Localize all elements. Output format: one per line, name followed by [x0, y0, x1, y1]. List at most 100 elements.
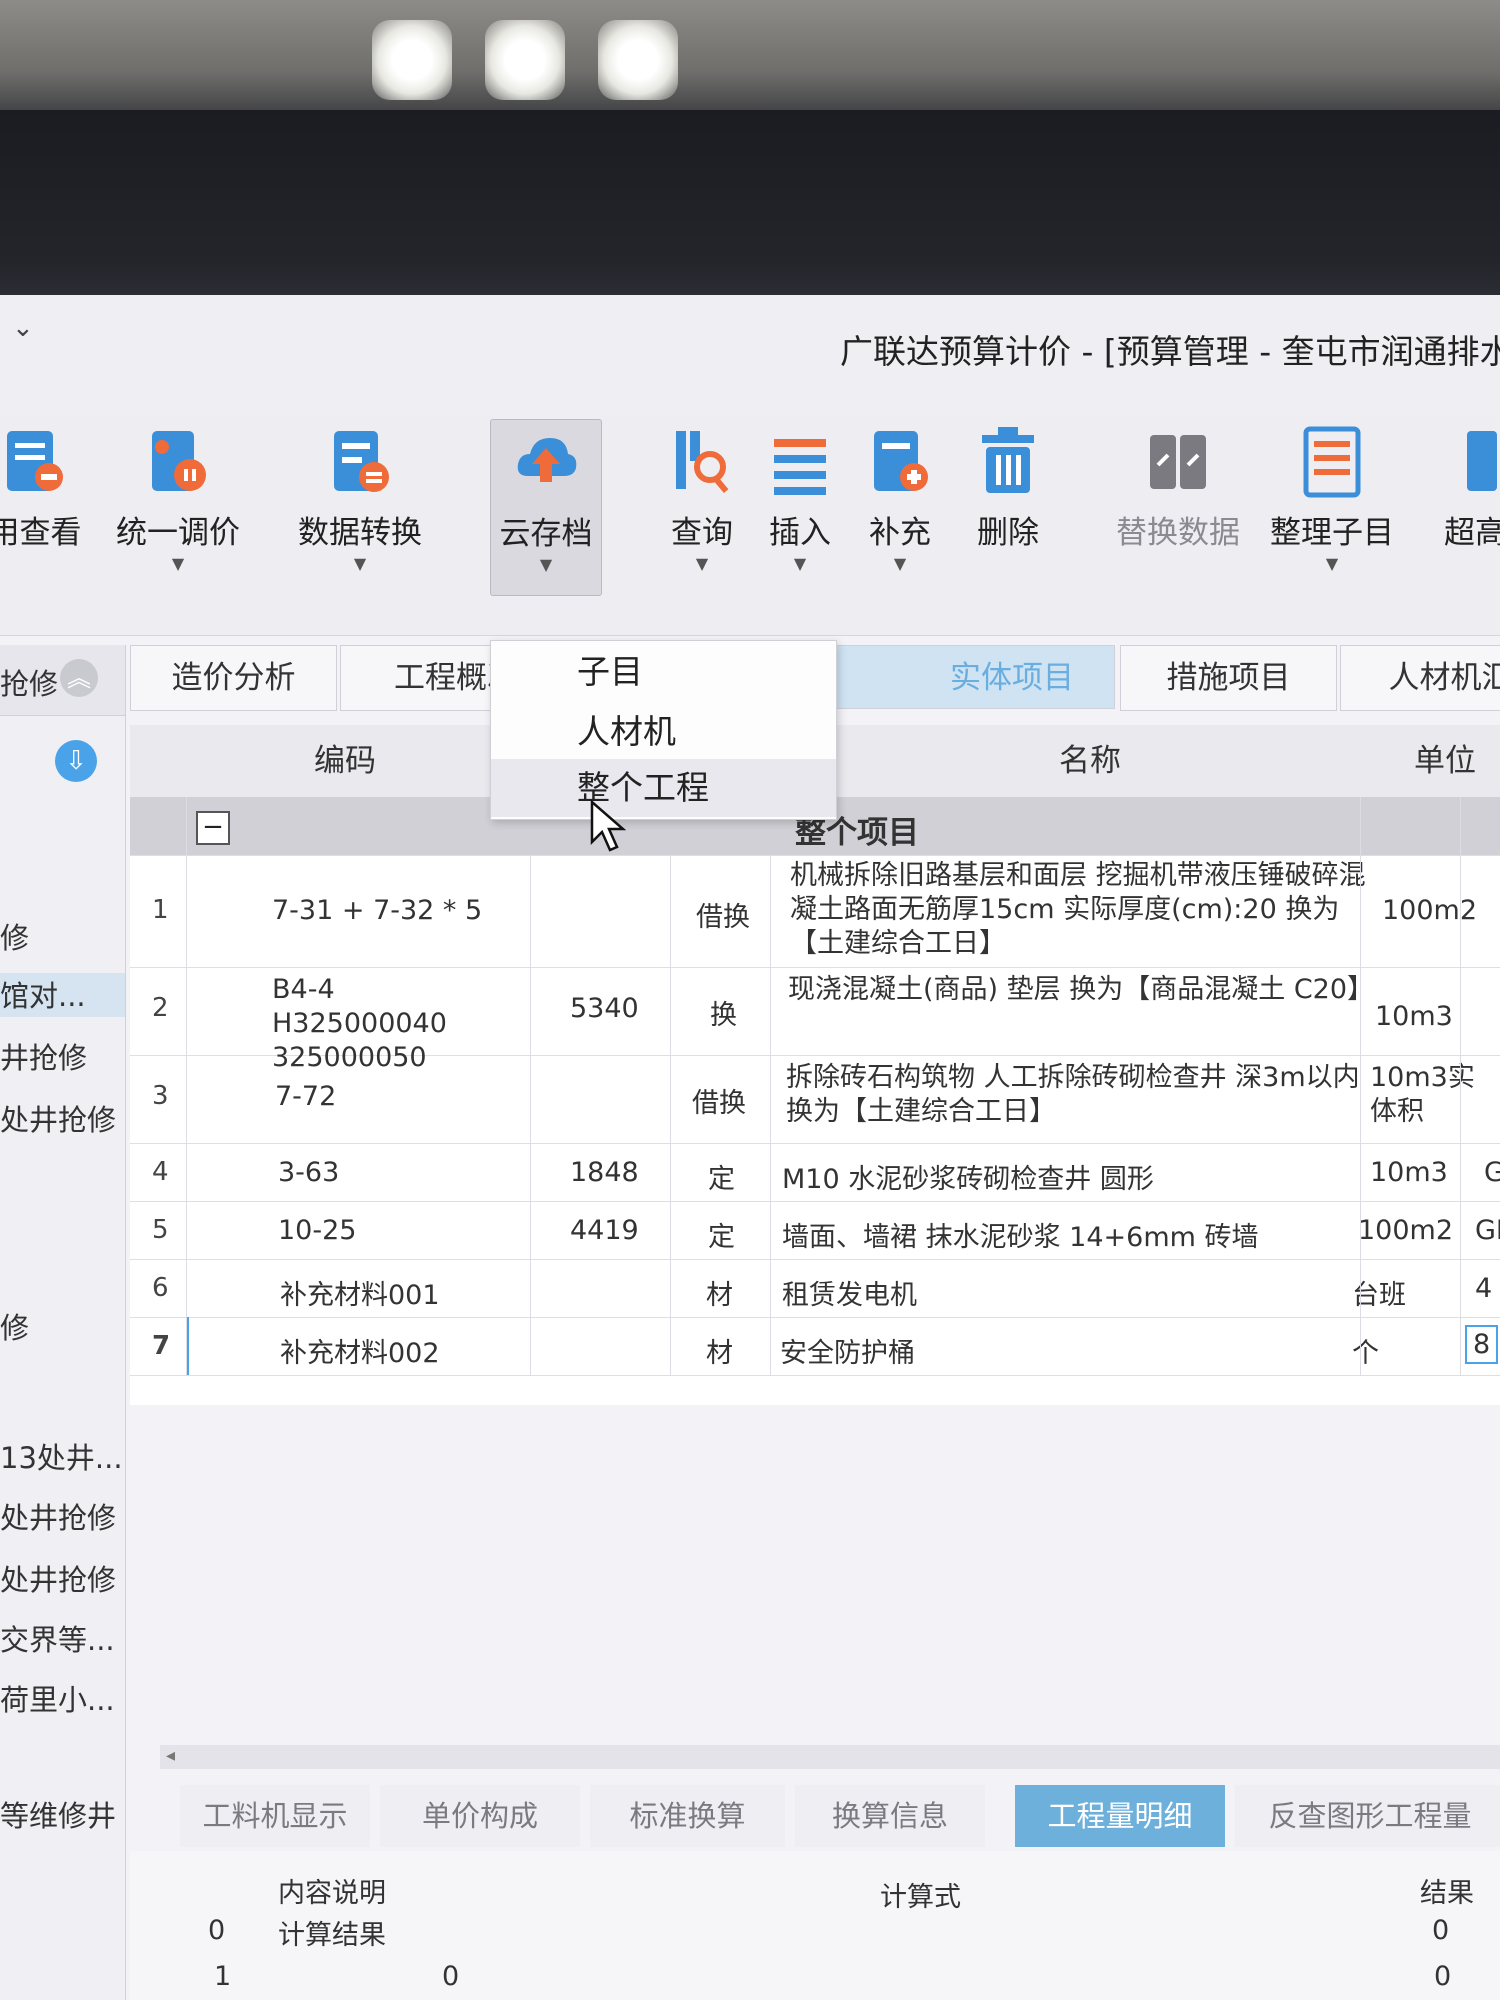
column-header-code[interactable]: 编码: [190, 725, 500, 798]
grid-line: [770, 855, 771, 1375]
detail-row-formula[interactable]: 0: [442, 1961, 459, 1992]
dropdown-arrow-icon: ▼: [1325, 554, 1339, 573]
menu-item-whole-project[interactable]: 整个工程: [491, 759, 836, 817]
row-number: 2: [152, 993, 169, 1023]
replace-data-label: 替换数据: [1116, 515, 1240, 551]
dropdown-arrow-icon: ▼: [171, 554, 185, 573]
menu-item-labor-material[interactable]: 人材机: [491, 703, 836, 761]
delete-button[interactable]: 删除: [968, 425, 1048, 552]
collapse-minus-icon[interactable]: −: [196, 811, 230, 845]
quantity-detail-panel: 内容说明 计算式 结果 0 计算结果 0 1 0 0: [130, 1851, 1500, 2000]
cloud-archive-button[interactable]: 云存档 ▼: [490, 419, 602, 596]
row-type: 定: [708, 1164, 735, 1195]
fee-view-button[interactable]: 用查看: [0, 425, 100, 552]
tree-item[interactable]: 处井抢修: [0, 1495, 125, 1539]
row-number: 7: [152, 1331, 171, 1361]
scroll-left-icon[interactable]: ◂: [166, 1745, 175, 1766]
table-row[interactable]: 1 7-31 + 7-32 * 5 借换 机械拆除旧路基层和面层 挖掘机带液压锤…: [130, 855, 1500, 968]
tab-reverse-check-quantity[interactable]: 反查图形工程量: [1235, 1785, 1500, 1847]
download-icon[interactable]: ⇩: [55, 740, 97, 782]
row-number: 4: [152, 1157, 169, 1187]
monitor-bezel: [0, 110, 1500, 300]
row-name: 机械拆除旧路基层和面层 挖掘机带液压锤破碎混凝土路面无筋厚15cm 实际厚度(c…: [790, 860, 1366, 959]
quick-access-chevron-icon[interactable]: ⌄: [12, 313, 34, 343]
horizontal-scrollbar[interactable]: ◂: [160, 1745, 1500, 1769]
column-header-unit[interactable]: 单位: [1390, 725, 1500, 798]
row-code: 10-25: [278, 1215, 357, 1246]
super-high-button[interactable]: 超高: [1430, 425, 1500, 552]
row-number: 6: [152, 1273, 169, 1303]
tab-standard-conversion[interactable]: 标准换算: [590, 1785, 785, 1847]
detail-row-number: 0: [208, 1915, 226, 1946]
table-row-current[interactable]: 7 补充材料002 材 安全防护桶 个 8: [130, 1317, 1500, 1376]
tab-labor-material-summary[interactable]: 人材机汇总: [1340, 645, 1500, 711]
tree-item[interactable]: 荷里小...: [0, 1677, 125, 1721]
table-row[interactable]: 5 10-25 4419 定 墙面、墙裙 抹水泥砂浆 14+6mm 砖墙 100…: [130, 1201, 1500, 1260]
row-extra-editing[interactable]: 8: [1465, 1325, 1499, 1364]
row-quantity: 4419: [570, 1215, 639, 1246]
title-bar: ⌄ 广联达预算计价 - [预算管理 - 奎屯市润通排水: [0, 295, 1500, 415]
data-convert-icon: [328, 425, 392, 499]
tab-labor-material-display[interactable]: 工料机显示: [180, 1785, 370, 1847]
dropdown-arrow-icon: ▼: [695, 554, 709, 573]
supplement-icon: [868, 425, 932, 499]
tree-item[interactable]: 等维修井: [0, 1793, 125, 1837]
tree-item-label: 处井抢修: [0, 1563, 117, 1597]
row-extra: 4: [1475, 1273, 1493, 1304]
tab-conversion-info[interactable]: 换算信息: [795, 1785, 985, 1847]
tree-item-label: 交界等...: [0, 1623, 115, 1657]
organize-sub-label: 整理子目: [1270, 515, 1394, 551]
row-name: M10 水泥砂浆砖砌检查井 圆形: [782, 1164, 1154, 1195]
table-row[interactable]: 4 3-63 1848 定 M10 水泥砂浆砖砌检查井 圆形 10m3 G: [130, 1143, 1500, 1202]
detail-row-description[interactable]: 计算结果: [278, 1913, 386, 1952]
tree-item-label: 荷里小...: [0, 1683, 115, 1717]
cloud-archive-label: 云存档: [499, 516, 593, 552]
tab-measure-items[interactable]: 措施项目: [1120, 645, 1337, 711]
column-header-name[interactable]: 名称: [880, 725, 1300, 798]
replace-data-button[interactable]: 替换数据: [1108, 425, 1248, 552]
tree-item[interactable]: 处井抢修: [0, 1097, 125, 1141]
unify-price-button[interactable]: 统一调价 ▼: [108, 425, 248, 573]
row-unit: 10m3: [1370, 1157, 1448, 1188]
tree-item[interactable]: 井抢修: [0, 1035, 125, 1079]
data-convert-label: 数据转换: [298, 515, 422, 551]
supplement-button[interactable]: 补充 ▼: [860, 425, 940, 573]
tab-unit-price-composition[interactable]: 单价构成: [380, 1785, 580, 1847]
table-row[interactable]: 3 7-72 借换 拆除砖石构筑物 人工拆除砖砌检查井 深3m以内 换为【土建综…: [130, 1055, 1500, 1144]
row-type: 借换: [696, 902, 750, 933]
menu-item-sub-item[interactable]: 子目: [491, 643, 836, 701]
collapse-up-icon[interactable]: ︽: [60, 659, 98, 697]
query-button[interactable]: 查询 ▼: [662, 425, 742, 573]
tab-cost-analysis[interactable]: 造价分析: [130, 645, 337, 711]
insert-button[interactable]: 插入 ▼: [760, 425, 840, 573]
tree-item-label: 处井抢修: [0, 1501, 117, 1535]
row-name: 安全防护桶: [780, 1338, 915, 1369]
dropdown-arrow-icon: ▼: [893, 554, 907, 573]
organize-sub-button[interactable]: 整理子目 ▼: [1262, 425, 1402, 573]
detail-row-result: 0: [1434, 1961, 1452, 1992]
row-unit: 100m2: [1358, 1215, 1454, 1246]
super-high-icon: [1443, 425, 1500, 499]
tab-quantity-detail[interactable]: 工程量明细: [1015, 1785, 1225, 1847]
table-row[interactable]: 6 补充材料001 材 租赁发电机 台班 4: [130, 1259, 1500, 1318]
tree-item-selected[interactable]: 馆对...: [0, 973, 125, 1017]
data-convert-button[interactable]: 数据转换 ▼: [285, 425, 435, 573]
tree-item[interactable]: 修: [0, 915, 125, 959]
row-code: 补充材料002: [280, 1338, 440, 1369]
row-unit: 个: [1352, 1338, 1379, 1369]
tree-item-label: 修: [0, 921, 30, 955]
grid-line: [1360, 797, 1361, 1375]
fee-view-label: 用查看: [0, 515, 82, 551]
row-number: 5: [152, 1215, 169, 1245]
table-row[interactable]: 2 B4-4 H325000040 325000050 5340 换 现浇混凝土…: [130, 967, 1500, 1073]
tree-item[interactable]: 13处井...: [0, 1435, 125, 1479]
tree-item[interactable]: 处井抢修: [0, 1557, 125, 1601]
trash-icon: [976, 425, 1040, 499]
tree-item[interactable]: 交界等...: [0, 1617, 125, 1661]
left-project-tree: 抢修 ︽ ⇩ 修 馆对... 井抢修 处井抢修 修 13处井... 处井抢修 处…: [0, 645, 126, 2000]
detail-row-number: 1: [214, 1961, 232, 1992]
ceiling-light: [598, 20, 678, 100]
grid-line: [1460, 797, 1461, 1375]
tree-item[interactable]: 修: [0, 1305, 125, 1349]
window-title: 广联达预算计价 - [预算管理 - 奎屯市润通排水: [840, 332, 1500, 371]
